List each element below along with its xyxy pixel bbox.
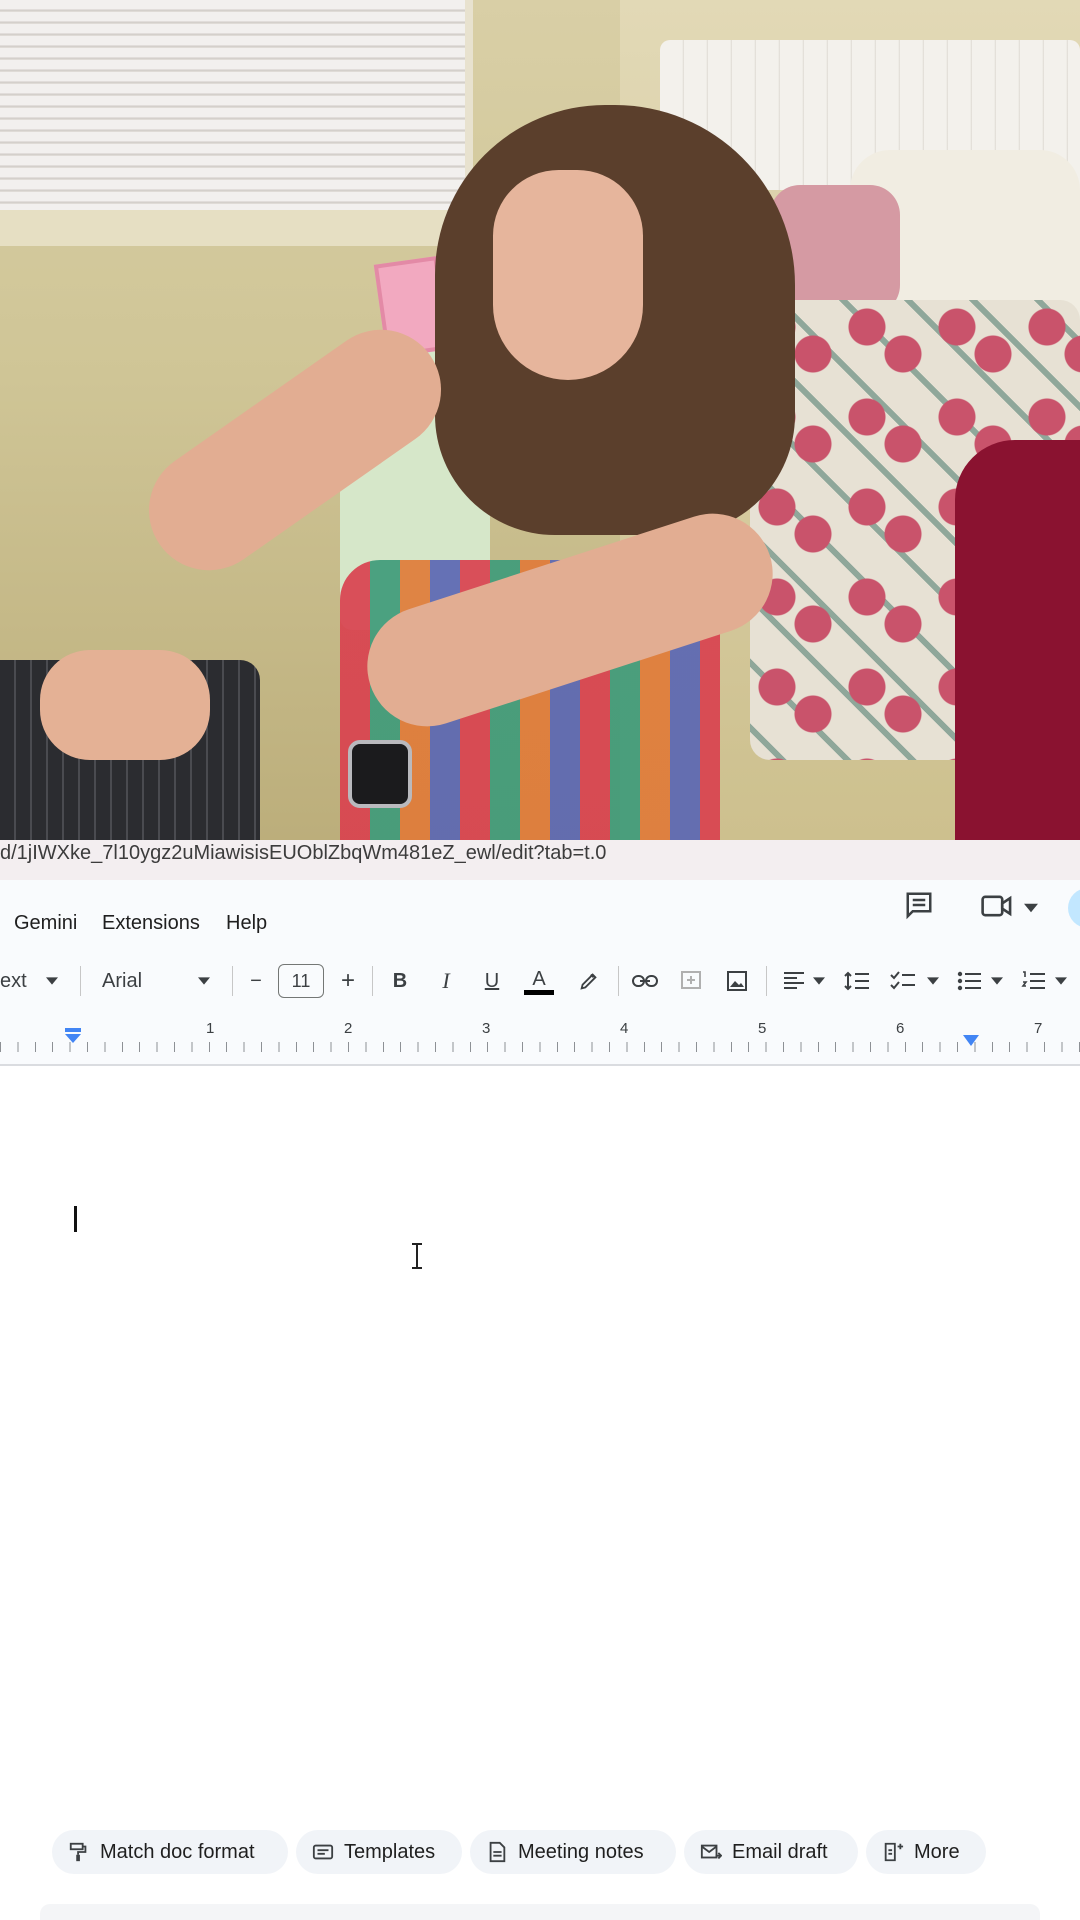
checklist-dropdown-icon[interactable] — [926, 964, 940, 998]
ruler-number: 5 — [758, 1020, 767, 1037]
text-color-swatch — [524, 989, 554, 995]
underline-button[interactable]: U — [478, 964, 506, 998]
ruler-ticks — [0, 1042, 1080, 1052]
window-sill — [0, 210, 480, 246]
numbered-list-dropdown-icon[interactable] — [1054, 964, 1068, 998]
bold-button[interactable]: B — [386, 964, 414, 998]
chip-label: Meeting notes — [518, 1840, 644, 1863]
chip-more[interactable]: More — [866, 1830, 986, 1874]
toolbar-divider — [80, 966, 81, 996]
text-color-letter: A — [532, 967, 546, 990]
checklist-icon[interactable] — [888, 964, 918, 998]
ruler-number: 3 — [482, 1020, 491, 1037]
url-text: d/1jIWXke_7l10ygz2uMiawisisEUOblZbqWm481… — [0, 842, 607, 864]
horizontal-ruler[interactable]: 1 2 3 4 5 6 7 — [0, 1014, 1080, 1066]
document-icon — [489, 1841, 506, 1863]
window-blinds — [0, 0, 473, 210]
right-indent-marker-icon[interactable] — [962, 1034, 980, 1052]
insert-link-icon[interactable] — [630, 964, 660, 998]
insert-image-icon[interactable] — [722, 964, 752, 998]
templates-icon — [312, 1844, 334, 1860]
italic-button[interactable]: I — [432, 964, 460, 998]
ruler-number: 2 — [344, 1020, 353, 1037]
ruler-number: 6 — [896, 1020, 905, 1037]
align-dropdown-icon[interactable] — [812, 964, 826, 998]
more-document-icon — [884, 1842, 904, 1862]
red-blanket — [955, 440, 1080, 840]
chip-label: More — [914, 1840, 960, 1863]
highlight-pen-icon[interactable] — [574, 964, 604, 998]
menu-help[interactable]: Help — [226, 912, 267, 935]
chip-email-draft[interactable]: Email draft — [684, 1830, 858, 1874]
chip-label: Email draft — [732, 1840, 828, 1863]
ruler-number: 4 — [620, 1020, 629, 1037]
numbered-list-icon[interactable] — [1018, 964, 1048, 998]
menu-gemini[interactable]: Gemini — [14, 912, 77, 935]
meet-camera-icon[interactable] — [980, 892, 1014, 925]
docs-menubar: Gemini Extensions Help — [0, 880, 1080, 948]
document-canvas[interactable] — [0, 1066, 1080, 1920]
video-frame-scene — [0, 0, 1080, 840]
bulleted-list-dropdown-icon[interactable] — [990, 964, 1004, 998]
decrease-font-size-button[interactable]: − — [244, 964, 268, 998]
toolbar-divider — [766, 966, 767, 996]
ruler-number: 1 — [206, 1020, 215, 1037]
paragraph-style-dropdown-icon[interactable] — [44, 964, 60, 998]
align-left-icon[interactable] — [780, 964, 808, 998]
text-color-button[interactable]: A — [522, 964, 556, 998]
smart-watch — [348, 740, 412, 808]
email-icon — [700, 1844, 722, 1860]
font-family-dropdown-icon[interactable] — [196, 964, 212, 998]
person-face — [493, 170, 643, 380]
gemini-input-bar-edge[interactable] — [40, 1904, 1040, 1920]
toolbar-divider — [618, 966, 619, 996]
person-hand — [40, 650, 210, 760]
ruler-number: 7 — [1034, 1020, 1043, 1037]
mouse-ibeam-cursor-icon — [410, 1242, 424, 1277]
docs-toolbar: ext Arial − 11 + B I U A — [0, 948, 1080, 1014]
meet-dropdown-icon[interactable] — [1024, 900, 1038, 918]
add-comment-icon[interactable] — [676, 964, 706, 998]
chip-label: Templates — [344, 1840, 436, 1863]
address-bar[interactable]: d/1jIWXke_7l10ygz2uMiawisisEUOblZbqWm481… — [0, 840, 1080, 883]
toolbar-divider — [232, 966, 233, 996]
font-size-input[interactable]: 11 — [278, 964, 324, 998]
paragraph-style-label[interactable]: ext — [0, 964, 30, 998]
chip-label: Match doc format — [100, 1840, 255, 1863]
line-spacing-icon[interactable] — [840, 964, 874, 998]
paint-format-icon — [69, 1842, 87, 1862]
chip-templates[interactable]: Templates — [296, 1830, 462, 1874]
menu-extensions[interactable]: Extensions — [102, 912, 200, 935]
bulleted-list-icon[interactable] — [954, 964, 984, 998]
increase-font-size-button[interactable]: + — [336, 964, 360, 998]
comment-history-icon[interactable] — [904, 890, 934, 925]
chip-meeting-notes[interactable]: Meeting notes — [470, 1830, 676, 1874]
left-indent-marker-icon[interactable] — [64, 1028, 82, 1049]
share-button-edge[interactable] — [1068, 888, 1080, 928]
toolbar-divider — [372, 966, 373, 996]
chip-match-doc-format[interactable]: Match doc format — [52, 1830, 288, 1874]
text-cursor-caret — [74, 1206, 77, 1232]
font-family-label[interactable]: Arial — [102, 964, 162, 998]
